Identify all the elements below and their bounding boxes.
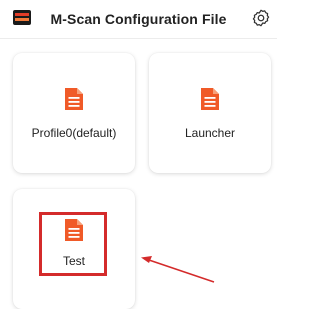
profile-card-launcher[interactable]: Launcher bbox=[149, 53, 271, 173]
profile-card-label: Profile0(default) bbox=[31, 126, 117, 140]
app-header: M-Scan Configuration File bbox=[0, 0, 277, 39]
annotation-arrow bbox=[141, 256, 215, 283]
document-icon bbox=[65, 219, 83, 241]
profile-card-label: Test bbox=[62, 254, 85, 268]
document-icon bbox=[65, 88, 83, 110]
profile-card-profile0[interactable]: Profile0(default) bbox=[13, 53, 135, 173]
gear-icon[interactable] bbox=[251, 8, 271, 28]
page-title: M-Scan Configuration File bbox=[50, 11, 227, 27]
profile-card-test[interactable]: Test bbox=[13, 189, 135, 309]
profile-card-label: Launcher bbox=[184, 126, 236, 140]
document-icon bbox=[201, 88, 219, 110]
